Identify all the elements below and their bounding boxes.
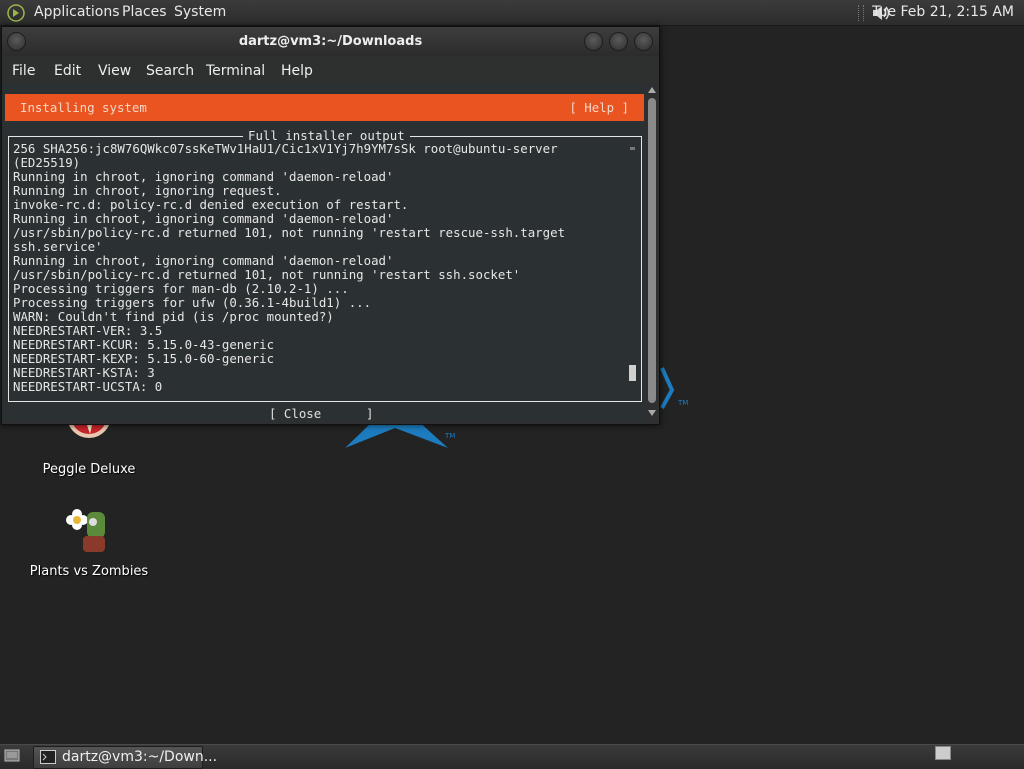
terminal-icon (40, 750, 56, 764)
log-line: 256 SHA256:jc8W76QWkc07ssKeTWv1HaU1/Cic1… (13, 141, 558, 156)
bottom-panel: dartz@vm3:~/Down... (0, 744, 1024, 769)
menu-help[interactable]: Help (281, 63, 313, 79)
peggle-label: Peggle Deluxe (42, 462, 136, 477)
svg-text:TM: TM (444, 432, 455, 440)
show-desktop-icon[interactable] (4, 749, 20, 763)
log-line: /usr/sbin/policy-rc.d returned 101, not … (13, 267, 521, 282)
workspace-switcher[interactable] (935, 746, 951, 760)
installer-close-button[interactable]: [ Close ] (269, 406, 373, 421)
maximize-button[interactable] (609, 32, 628, 51)
applications-menu[interactable]: Applications (34, 4, 120, 20)
terminal-scrollbar[interactable] (645, 84, 659, 422)
menu-view[interactable]: View (98, 63, 131, 79)
top-panel: Applications Places System Tue Feb 21, 2… (0, 0, 1024, 26)
log-line: NEEDRESTART-KEXP: 5.15.0-60-generic (13, 351, 275, 366)
terminal-scroll-thumb[interactable] (648, 98, 656, 403)
installer-help-button[interactable]: [ Help ] (569, 100, 629, 115)
minimize-button[interactable] (584, 32, 603, 51)
log-line: (ED25519) (13, 155, 81, 170)
log-line: WARN: Couldn't find pid (is /proc mounte… (13, 309, 334, 324)
output-scroll-indicator (630, 147, 635, 150)
log-line: Running in chroot, ignoring command 'dae… (13, 169, 394, 184)
log-line: NEEDRESTART-VER: 3.5 (13, 323, 163, 338)
log-line: NEEDRESTART-KSTA: 3 (13, 365, 155, 380)
log-line: invoke-rc.d: policy-rc.d denied executio… (13, 197, 409, 212)
log-line: Running in chroot, ignoring command 'dae… (13, 253, 394, 268)
log-line: /usr/sbin/policy-rc.d returned 101, not … (13, 225, 566, 240)
terminal-menubar: File Edit View Search Terminal Help (2, 56, 659, 84)
taskbar-button-label: dartz@vm3:~/Down... (62, 749, 218, 765)
window-title: dartz@vm3:~/Downloads (238, 34, 423, 49)
plants-vs-zombies-icon (66, 509, 105, 552)
system-menu[interactable]: System (174, 4, 226, 20)
menu-edit[interactable]: Edit (54, 63, 81, 79)
applications-logo-icon[interactable] (6, 3, 26, 23)
installer-header-title: Installing system (20, 100, 147, 115)
scroll-down-arrow-icon[interactable] (648, 410, 656, 416)
svg-text:TM: TM (677, 399, 688, 407)
installer-output-log[interactable]: 256 SHA256:jc8W76QWkc07ssKeTWv1HaU1/Cic1… (13, 142, 623, 394)
log-line: Processing triggers for man-db (2.10.2-1… (13, 281, 349, 296)
plants-vs-zombies-label: Plants vs Zombies (29, 564, 149, 579)
desktop-icon-plants-vs-zombies[interactable]: Plants vs Zombies (24, 506, 154, 579)
log-line: Processing triggers for ufw (0.36.1-4bui… (13, 295, 372, 310)
places-menu[interactable]: Places (122, 4, 167, 20)
installer-output-frame: Full installer output 256 SHA256:jc8W76Q… (8, 128, 642, 402)
scroll-up-arrow-icon[interactable] (648, 87, 656, 93)
terminal-window[interactable]: dartz@vm3:~/Downloads File Edit View Sea… (1, 26, 660, 425)
taskbar-button-terminal[interactable]: dartz@vm3:~/Down... (33, 746, 217, 769)
menu-terminal[interactable]: Terminal (206, 63, 265, 79)
log-line: ssh.service' (13, 239, 103, 254)
clock[interactable]: Tue Feb 21, 2:15 AM (872, 4, 1014, 20)
window-titlebar[interactable]: dartz@vm3:~/Downloads (2, 27, 659, 56)
menu-file[interactable]: File (12, 63, 35, 79)
panel-separator (858, 5, 864, 21)
output-scroll-thumb[interactable] (629, 365, 636, 381)
log-line: Running in chroot, ignoring request. (13, 183, 282, 198)
log-line: NEEDRESTART-UCSTA: 0 (13, 379, 163, 394)
close-window-button[interactable] (634, 32, 653, 51)
log-line: NEEDRESTART-KCUR: 5.15.0-43-generic (13, 337, 275, 352)
installer-header: Installing system [ Help ] (5, 94, 644, 121)
terminal-content[interactable]: Installing system [ Help ] Full installe… (2, 84, 645, 422)
log-line: Running in chroot, ignoring command 'dae… (13, 211, 394, 226)
menu-search[interactable]: Search (146, 63, 194, 79)
